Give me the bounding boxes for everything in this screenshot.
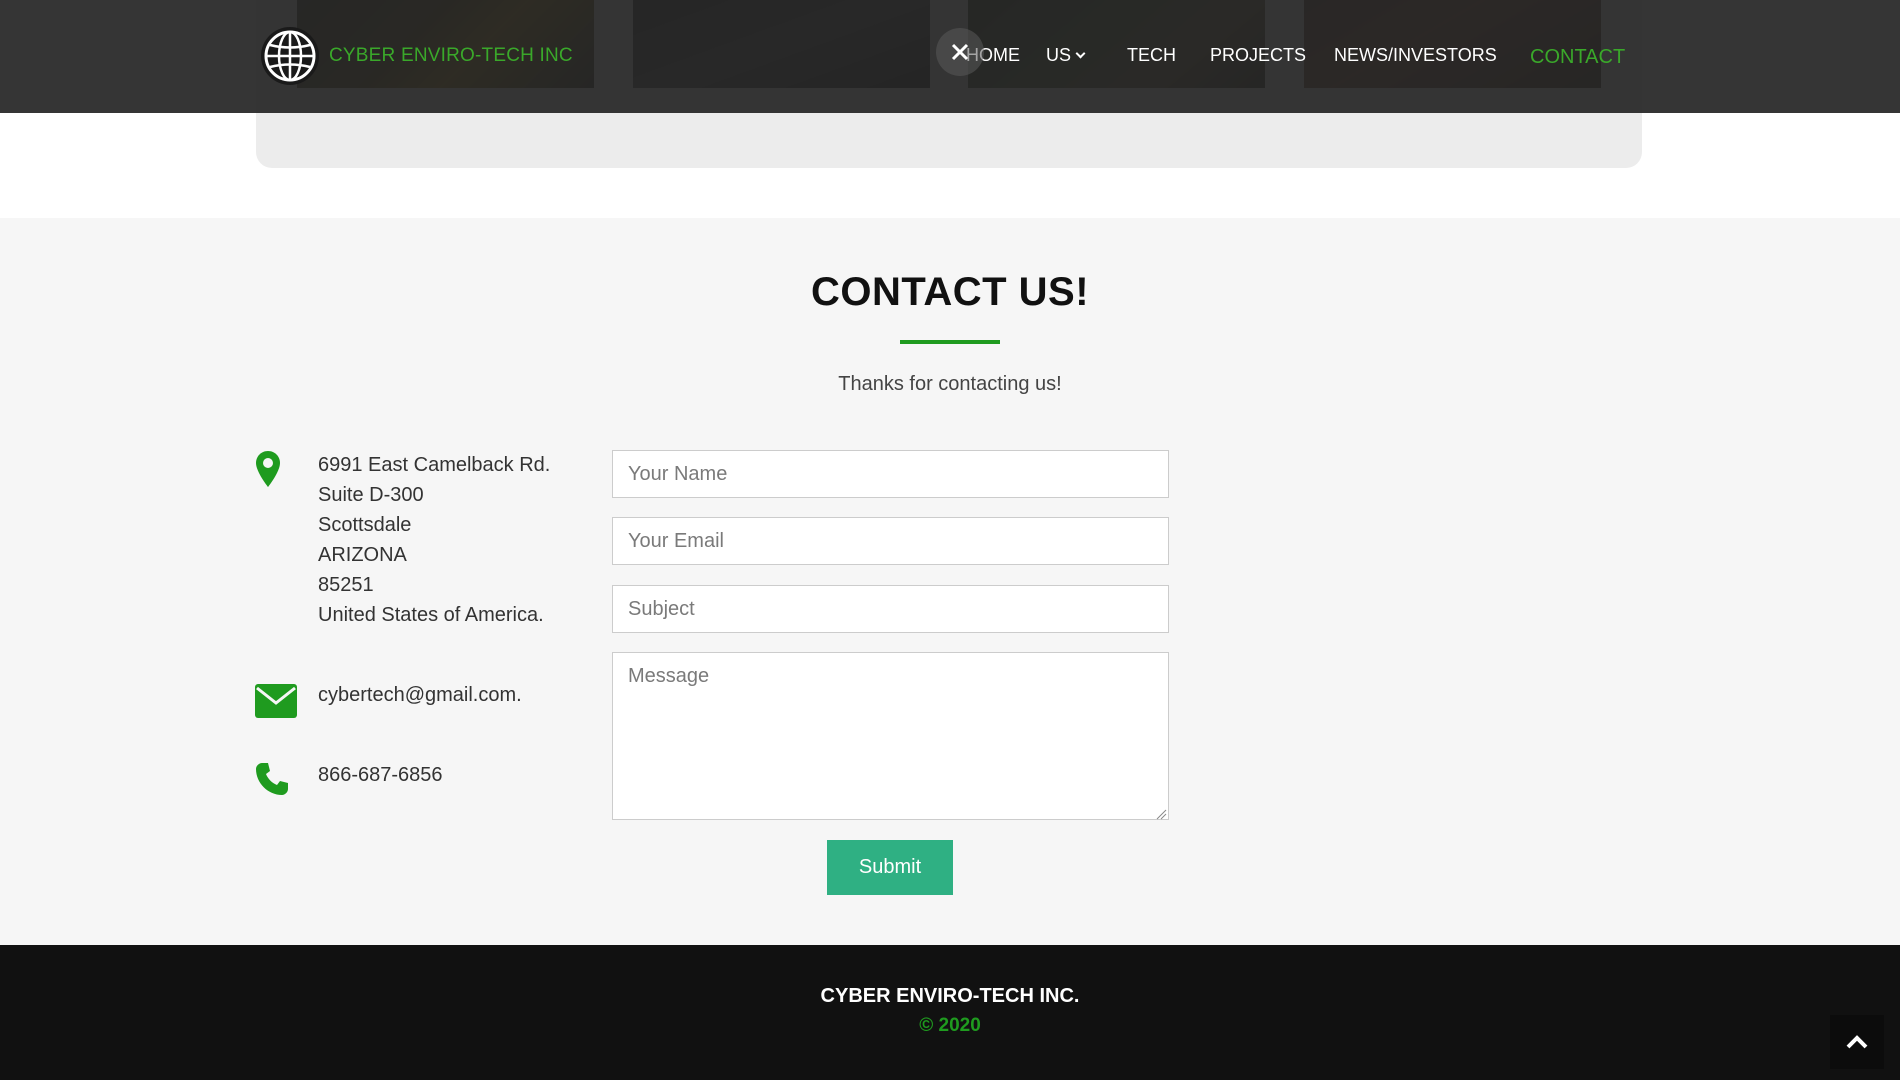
address-line: 85251 xyxy=(318,574,374,596)
name-input[interactable] xyxy=(612,450,1169,498)
address-line: United States of America. xyxy=(318,604,544,626)
title-divider xyxy=(900,340,1000,344)
contact-section: CONTACT US! Thanks for contacting us! 69… xyxy=(0,218,1900,945)
page-title: CONTACT US! xyxy=(810,270,1090,314)
site-footer: CYBER ENVIRO-TECH INC. © 2020 xyxy=(0,945,1900,1080)
nav-item-us-label: US xyxy=(1046,45,1072,65)
chevron-up-icon xyxy=(1846,1035,1868,1049)
address-line: 6991 East Camelback Rd. xyxy=(318,454,551,476)
nav-item-news-investors[interactable]: NEWS/INVESTORS xyxy=(1334,45,1497,66)
close-icon xyxy=(951,43,969,61)
address-line: ARIZONA xyxy=(318,544,407,566)
phone-text[interactable]: 866-687-6856 xyxy=(318,760,443,790)
subject-input[interactable] xyxy=(612,585,1169,633)
contact-subtitle: Thanks for contacting us! xyxy=(838,373,1062,395)
phone-icon xyxy=(255,762,289,801)
nav-item-contact[interactable]: CONTACT xyxy=(1530,46,1625,69)
email-input[interactable] xyxy=(612,517,1169,565)
message-textarea[interactable] xyxy=(612,652,1169,820)
footer-copyright: © 2020 xyxy=(919,1015,981,1036)
address-line: Scottsdale xyxy=(318,514,412,536)
nav-item-us[interactable]: US xyxy=(1046,45,1086,66)
footer-company: CYBER ENVIRO-TECH INC. xyxy=(820,985,1080,1007)
nav-item-projects[interactable]: PROJECTS xyxy=(1210,45,1306,66)
resize-handle-icon[interactable] xyxy=(1155,808,1167,820)
site-header: CYBER ENVIRO-TECH INC HOME US TECH PROJE… xyxy=(0,0,1900,113)
submit-button[interactable]: Submit xyxy=(827,840,953,895)
map-pin-icon xyxy=(255,450,281,493)
envelope-icon xyxy=(255,684,297,723)
nav-item-tech[interactable]: TECH xyxy=(1127,45,1176,66)
chevron-down-icon xyxy=(1075,48,1086,59)
email-text[interactable]: cybertech@gmail.com. xyxy=(318,680,522,710)
address-text: 6991 East Camelback Rd. Suite D-300 Scot… xyxy=(318,450,550,630)
close-button[interactable] xyxy=(936,28,984,76)
address-line: Suite D-300 xyxy=(318,484,424,506)
back-to-top-button[interactable] xyxy=(1830,1015,1884,1069)
